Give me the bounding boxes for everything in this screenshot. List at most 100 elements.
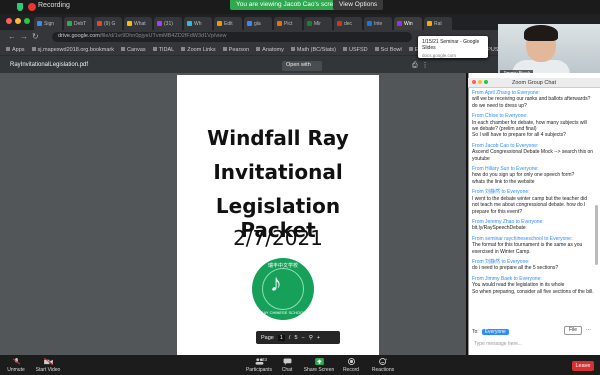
chat-message: From seminar raychineseschool to Everyon… — [472, 236, 594, 255]
bookmark-item[interactable]: sj.mapeswd2018.org.bookmark — [32, 47, 114, 53]
browser-tab[interactable]: dec — [334, 17, 362, 30]
recording-icon — [28, 3, 36, 11]
recipient-select[interactable]: Everyone — [481, 328, 509, 335]
browser-tab[interactable]: Win — [394, 17, 422, 30]
chat-message: From Jimmy Baek to Everyone: You would re… — [472, 276, 594, 295]
tab-favicon-icon — [337, 21, 342, 26]
minimize-window-icon[interactable] — [15, 18, 21, 24]
browser-tab[interactable]: Rat — [424, 17, 452, 30]
tab-label: Wh — [194, 20, 202, 27]
bookmark-item[interactable]: Canvas — [121, 47, 146, 53]
doc-title-line-1: Windfall Ray — [207, 126, 349, 150]
chat-message: From 刘静然 to Everyone: I went to the debat… — [472, 189, 594, 215]
minimize-chat-icon[interactable] — [478, 80, 482, 84]
browser-tab[interactable]: (31) — [154, 17, 182, 30]
tab-favicon-icon — [397, 21, 402, 26]
browser-tab[interactable]: Sign — [34, 17, 62, 30]
tab-label: Inte — [374, 20, 383, 27]
bookmark-item[interactable]: Pearson — [223, 47, 250, 53]
chat-message-text: bit.ly/RaySpeechDebate — [472, 225, 526, 232]
more-options-button[interactable]: ... — [586, 326, 591, 332]
browser-tab[interactable]: Mir — [304, 17, 332, 30]
tab-label: Win — [404, 20, 413, 27]
doc-date: 2/7/2021 — [233, 226, 323, 250]
shield-icon[interactable] — [17, 3, 23, 11]
reactions-button[interactable]: + Reactions — [367, 358, 399, 373]
tab-label: Mir — [314, 20, 321, 27]
chat-message-text: will we be receiving our ranks and ballo… — [472, 96, 591, 109]
tab-label: Pict — [284, 20, 293, 27]
pdf-title: RayInvitationalLegislation.pdf — [10, 62, 89, 68]
bookmark-item[interactable]: Apps — [6, 47, 25, 53]
close-chat-icon[interactable] — [472, 80, 476, 84]
doc-title-line-2: Invitational — [213, 160, 343, 184]
start-video-button[interactable]: Start Video — [32, 358, 64, 373]
person-hair — [524, 25, 558, 41]
browser-tab[interactable]: DebT — [64, 17, 92, 30]
tab-favicon-icon — [187, 21, 192, 26]
zoom-out-icon[interactable]: − — [302, 335, 305, 341]
share-screen-label: Share Screen — [303, 367, 335, 373]
chat-message-text: You would read the legislation in its wh… — [472, 282, 594, 295]
reactions-label: Reactions — [371, 367, 395, 373]
nav-buttons[interactable]: ←→↻ — [8, 32, 43, 41]
close-window-icon[interactable] — [6, 18, 12, 24]
bookmark-item[interactable]: TIDAL — [153, 47, 175, 53]
svg-text:+: + — [385, 358, 387, 362]
tab-favicon-icon — [247, 21, 252, 26]
tab-label: (31) — [164, 20, 173, 27]
browser-tab[interactable]: gla — [244, 17, 272, 30]
browser-tab[interactable]: Edit — [214, 17, 242, 30]
zoom-in-icon[interactable]: + — [317, 335, 320, 341]
chat-label: Chat — [281, 367, 293, 373]
bookmark-item[interactable]: Sci Bowl — [375, 47, 402, 53]
view-options-button[interactable]: View Options — [333, 0, 384, 10]
browser-tab[interactable]: (9) G — [94, 17, 122, 30]
share-screen-button[interactable]: Share Screen — [303, 358, 335, 373]
record-button[interactable]: Record — [335, 358, 367, 373]
chat-message-text: I went to the debate winter camp but the… — [472, 195, 588, 215]
tab-label: DebT — [74, 20, 87, 27]
record-label: Record — [342, 367, 360, 373]
chat-input[interactable]: Type message here... — [472, 338, 596, 350]
tab-label: (9) G — [104, 20, 116, 27]
address-bar[interactable]: drive.google.com/file/d/1vr9Dhn0pjyeUTvm… — [52, 32, 412, 42]
tab-favicon-icon — [67, 21, 72, 26]
bookmark-item[interactable]: Math (BC/Stats) — [291, 47, 336, 53]
participants-count: 33 — [262, 357, 268, 362]
tab-favicon-icon — [127, 21, 132, 26]
unmute-label: Unmute — [7, 367, 25, 373]
tab-favicon-icon — [367, 21, 372, 26]
maximize-window-icon[interactable] — [24, 18, 30, 24]
tab-favicon-icon — [217, 21, 222, 26]
chat-scrollbar[interactable] — [595, 205, 598, 265]
tooltip-title: 1/15/21 Seminar - Google Slides — [422, 39, 480, 51]
browser-tab[interactable]: Inte — [364, 17, 392, 30]
browser-tab[interactable]: Pict — [274, 17, 302, 30]
chat-button[interactable]: Chat — [271, 358, 303, 373]
tab-label: Edit — [224, 20, 233, 27]
tab-favicon-icon — [157, 21, 162, 26]
bookmark-item[interactable]: Anatomy — [256, 47, 284, 53]
logo-chinese-text: 瑞丰中文学校 — [267, 263, 298, 269]
unmute-button[interactable]: Unmute — [0, 358, 32, 373]
page-number-input[interactable]: 1 — [277, 334, 285, 341]
tab-favicon-icon — [97, 21, 102, 26]
chat-messages[interactable]: From April Zhang to Everyone: will we be … — [472, 90, 594, 322]
logo-english-text: RAY CHINESE SCHOOL — [260, 310, 306, 315]
bookmark-item[interactable]: USFSD — [343, 47, 368, 53]
file-button[interactable]: File — [564, 326, 582, 335]
open-with-button[interactable]: Open with — [282, 61, 322, 71]
browser-tab[interactable]: Wh — [184, 17, 212, 30]
page-controls: Page 1 / 5 − ⚲ + — [256, 331, 340, 344]
maximize-chat-icon[interactable] — [484, 80, 488, 84]
pdf-action-icons[interactable]: ⎙⋮ — [412, 61, 433, 70]
window-controls — [6, 18, 30, 24]
browser-tab[interactable]: What — [124, 17, 152, 30]
record-icon — [347, 358, 355, 365]
leave-button[interactable]: Leave — [572, 361, 594, 371]
bookmark-item[interactable]: Zoom Links — [181, 47, 215, 53]
music-note-icon: ♪ — [270, 270, 282, 297]
viewing-banner: You are viewing Jacob Cao's screen — [230, 0, 347, 10]
zoom-fit-icon[interactable]: ⚲ — [309, 335, 313, 341]
